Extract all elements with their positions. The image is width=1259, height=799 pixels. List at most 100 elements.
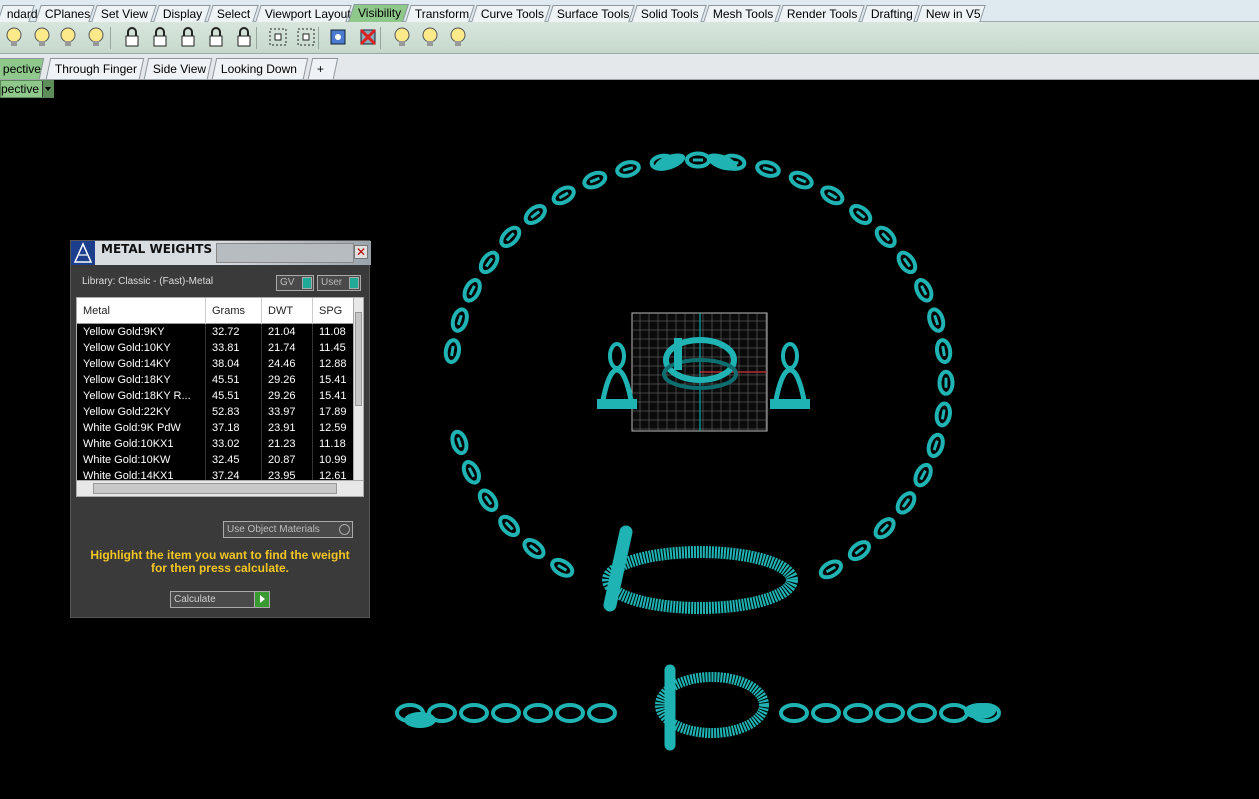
ribbon-tab-drafting[interactable]: Drafting <box>861 5 920 22</box>
unit-select[interactable]: GV <box>276 275 314 291</box>
hide-points-icon[interactable] <box>294 25 318 49</box>
user-select[interactable]: User <box>317 275 361 291</box>
swap-hidden-icon[interactable] <box>84 25 108 49</box>
swap-locked-icon[interactable] <box>232 25 256 49</box>
column-header-grams[interactable]: Grams <box>206 298 262 324</box>
column-header-dwt[interactable]: DWT <box>262 298 313 324</box>
table-cell-spg: 11.08 <box>313 324 355 340</box>
table-cell-dwt: 20.87 <box>262 452 313 468</box>
panel-title-bar[interactable]: METAL WEIGHTS ✕ <box>71 241 371 265</box>
ribbon-tab-select[interactable]: Select <box>207 5 259 22</box>
bracelet-end-cap <box>404 712 436 728</box>
column-header-metal[interactable]: Metal <box>77 298 206 324</box>
ribbon-tab-surface-tools[interactable]: Surface Tools <box>547 5 635 22</box>
ribbon-tab-viewport-layout[interactable]: Viewport Layout <box>255 5 352 22</box>
chain-link <box>907 703 937 723</box>
play-icon[interactable] <box>254 592 269 607</box>
chain-link <box>811 703 841 723</box>
light-swap-icon[interactable] <box>446 25 470 49</box>
table-cell-metal: Yellow Gold:22KY <box>77 404 206 420</box>
chain-link <box>498 514 521 538</box>
ribbon-tab-bar: ndard CPlanes Set View Display Select Viewpor… <box>0 0 1259 22</box>
show-selected-icon[interactable] <box>56 25 80 49</box>
table-cell-grams: 45.51 <box>206 388 262 404</box>
calculate-button[interactable]: Calculate <box>170 591 270 608</box>
ribbon-tab-mesh-tools[interactable]: Mesh Tools <box>703 5 781 22</box>
weights-table: Metal Grams DWT SPG Yellow Gold:9KY 32.72 21.… <box>76 297 364 497</box>
ribbon-tab-set-view[interactable]: Set View <box>91 5 157 22</box>
viewport-tab-side-view[interactable]: Side View <box>143 58 213 79</box>
table-cell-dwt: 21.74 <box>262 340 313 356</box>
scroll-thumb[interactable] <box>93 483 337 494</box>
ribbon-tab-solid-tools[interactable]: Solid Tools <box>631 5 707 22</box>
table-cell-metal: White Gold:10KX1 <box>77 436 206 452</box>
ribbon-tab-curve-tools[interactable]: Curve Tools <box>471 5 551 22</box>
table-row[interactable]: White Gold:10KX1 33.02 21.23 11.18 <box>77 436 355 452</box>
lock-swap-icon[interactable] <box>176 25 200 49</box>
vertical-scrollbar[interactable] <box>353 298 363 482</box>
table-cell-metal: Yellow Gold:9KY <box>77 324 206 340</box>
hide-selected-red-icon[interactable] <box>356 25 380 49</box>
ring-grid-model <box>631 312 768 432</box>
light-on-icon[interactable] <box>390 25 414 49</box>
ribbon-tab-render-tools[interactable]: Render Tools <box>777 5 865 22</box>
table-cell-metal: Yellow Gold:18KY R... <box>77 388 206 404</box>
table-cell-spg: 17.89 <box>313 404 355 420</box>
ribbon-tab-display[interactable]: Display <box>153 5 211 22</box>
table-row[interactable]: White Gold:9K PdW 37.18 23.91 12.59 <box>77 420 355 436</box>
chain-link <box>874 225 897 249</box>
table-cell-grams: 32.72 <box>206 324 262 340</box>
table-row[interactable]: Yellow Gold:18KY R... 45.51 29.26 15.41 <box>77 388 355 404</box>
column-header-spg[interactable]: SPG <box>313 298 355 324</box>
table-row[interactable]: Yellow Gold:18KY 45.51 29.26 15.41 <box>77 372 355 388</box>
table-cell-spg: 10.99 <box>313 452 355 468</box>
toolbar-separator <box>380 27 381 49</box>
ribbon-tab-transform[interactable]: Transform <box>405 5 475 22</box>
lock-icon[interactable] <box>120 25 144 49</box>
ribbon-tab-cplanes[interactable]: CPlanes <box>35 5 95 22</box>
viewport-tab-looking-down[interactable]: Looking Down <box>211 58 309 79</box>
table-row[interactable]: White Gold:10KW 32.45 20.87 10.99 <box>77 452 355 468</box>
chain-link <box>450 429 469 456</box>
ribbon-tab-visibility[interactable]: Visibility <box>348 4 409 22</box>
bracelet-end-cap <box>964 703 996 719</box>
scroll-thumb[interactable] <box>355 312 362 406</box>
ribbon-tab-label: Display <box>162 7 203 21</box>
dropdown-icon <box>349 277 359 289</box>
use-object-materials-select[interactable]: Use Object Materials <box>223 521 353 538</box>
add-viewport-tab-button[interactable]: + <box>307 58 339 79</box>
table-row[interactable]: Yellow Gold:9KY 32.72 21.04 11.08 <box>77 324 355 340</box>
show-objects-icon[interactable] <box>2 25 26 49</box>
table-row[interactable]: Yellow Gold:10KY 33.81 21.74 11.45 <box>77 340 355 356</box>
viewport-tab-through-finger[interactable]: Through Finger <box>45 58 145 79</box>
ribbon-tab-label: New in V5 <box>925 7 981 21</box>
hide-objects-icon[interactable] <box>30 25 54 49</box>
close-icon[interactable]: ✕ <box>354 245 368 259</box>
viewport-title[interactable]: pective <box>0 80 54 98</box>
show-points-icon[interactable] <box>266 25 290 49</box>
table-cell-grams: 33.81 <box>206 340 262 356</box>
viewport-tab-pective[interactable]: pective <box>0 58 45 79</box>
radio-icon[interactable] <box>339 524 350 535</box>
light-off-icon[interactable] <box>418 25 442 49</box>
chevron-down-icon[interactable] <box>42 81 53 97</box>
chain-link <box>927 307 946 333</box>
chain-link <box>523 204 547 225</box>
unlock-selected-icon[interactable] <box>204 25 228 49</box>
chain-link <box>462 278 482 303</box>
viewport-tab-label: pective <box>2 62 41 76</box>
table-row[interactable]: Yellow Gold:14KY 38.04 24.46 12.88 <box>77 356 355 372</box>
ribbon-tab-label: CPlanes <box>44 7 91 21</box>
ribbon-tab-new-in-v5[interactable]: New in V5 <box>916 5 986 22</box>
isolate-icon[interactable] <box>326 25 350 49</box>
instruction-text: Highlight the item you want to find the … <box>90 548 350 575</box>
unlock-icon[interactable] <box>148 25 172 49</box>
viewport-tab-strip: pective Through Finger Side View Looking Do… <box>0 54 1259 80</box>
ribbon-tab-ndard[interactable]: ndard <box>0 5 38 22</box>
chain-link <box>875 703 905 723</box>
table-row[interactable]: Yellow Gold:22KY 52.83 33.97 17.89 <box>77 404 355 420</box>
ribbon-tab-label: Render Tools <box>786 7 858 21</box>
horizontal-scrollbar[interactable] <box>77 480 363 496</box>
table-cell-grams: 52.83 <box>206 404 262 420</box>
chain-link <box>755 160 781 178</box>
